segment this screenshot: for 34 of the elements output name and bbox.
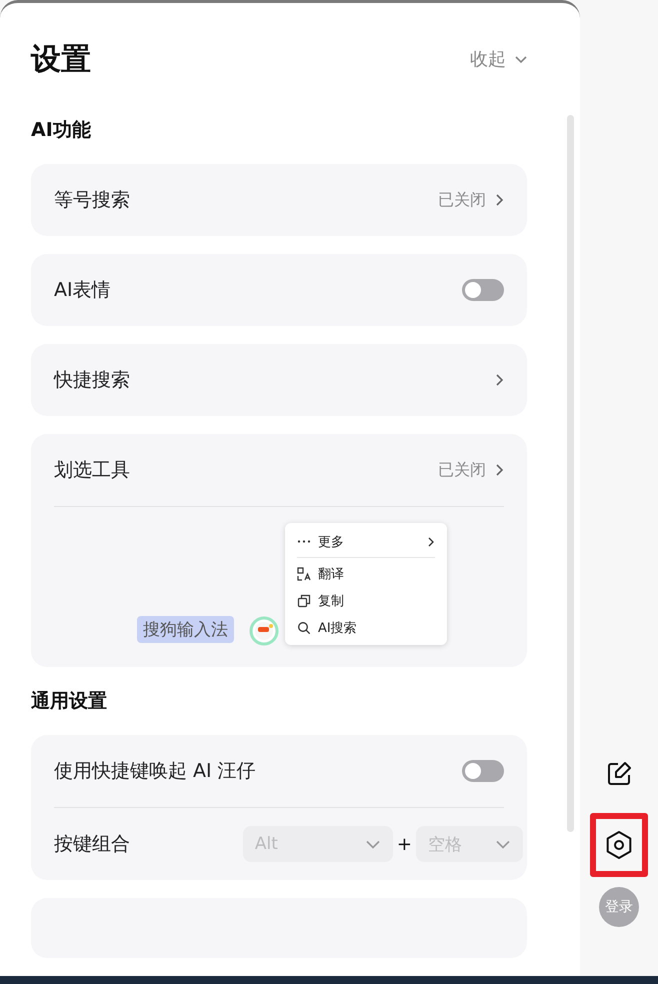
mascot-icon[interactable] bbox=[249, 616, 279, 646]
menu-item[interactable]: AI搜索 bbox=[297, 614, 435, 641]
setting-label: 按键组合 bbox=[54, 832, 130, 857]
chevron-down-icon bbox=[495, 840, 511, 848]
translate-icon bbox=[297, 566, 311, 580]
selected-text: 搜狗输入法 bbox=[137, 616, 234, 643]
edit-icon bbox=[605, 760, 633, 788]
menu-item[interactable]: 更多 bbox=[297, 528, 435, 555]
section-heading: AI功能 bbox=[31, 118, 92, 143]
section-heading: 通用设置 bbox=[31, 689, 108, 714]
setting-label: 使用快捷键唤起 AI 汪仔 bbox=[54, 759, 256, 784]
chevron-right-icon[interactable] bbox=[494, 463, 504, 477]
setting-label: 快捷搜索 bbox=[54, 368, 130, 393]
toggle-switch[interactable] bbox=[462, 760, 504, 782]
menu-item[interactable]: 复制 bbox=[297, 587, 435, 614]
chevron-down-icon bbox=[364, 840, 381, 848]
plus-sign: + bbox=[396, 834, 412, 854]
page-title: 设置 bbox=[31, 40, 91, 78]
search-icon bbox=[297, 620, 311, 634]
setting-label: AI表情 bbox=[54, 278, 111, 303]
setting-status: 已关闭 bbox=[438, 190, 486, 210]
more-icon bbox=[297, 540, 311, 543]
menu-item[interactable]: 翻译 bbox=[297, 560, 435, 587]
setting-label: 等号搜索 bbox=[54, 188, 130, 213]
collapse-button[interactable]: 收起 bbox=[470, 47, 528, 71]
scrollbar[interactable] bbox=[567, 115, 574, 832]
chevron-right-icon[interactable] bbox=[494, 193, 504, 207]
setting-label: 划选工具 bbox=[54, 458, 130, 483]
toggle-switch[interactable] bbox=[462, 279, 504, 301]
sidebar-button[interactable] bbox=[590, 813, 648, 877]
copy-icon bbox=[297, 594, 311, 608]
chevron-right-icon[interactable] bbox=[494, 373, 504, 387]
setting-status: 已关闭 bbox=[438, 460, 486, 480]
settings-icon bbox=[604, 830, 634, 860]
